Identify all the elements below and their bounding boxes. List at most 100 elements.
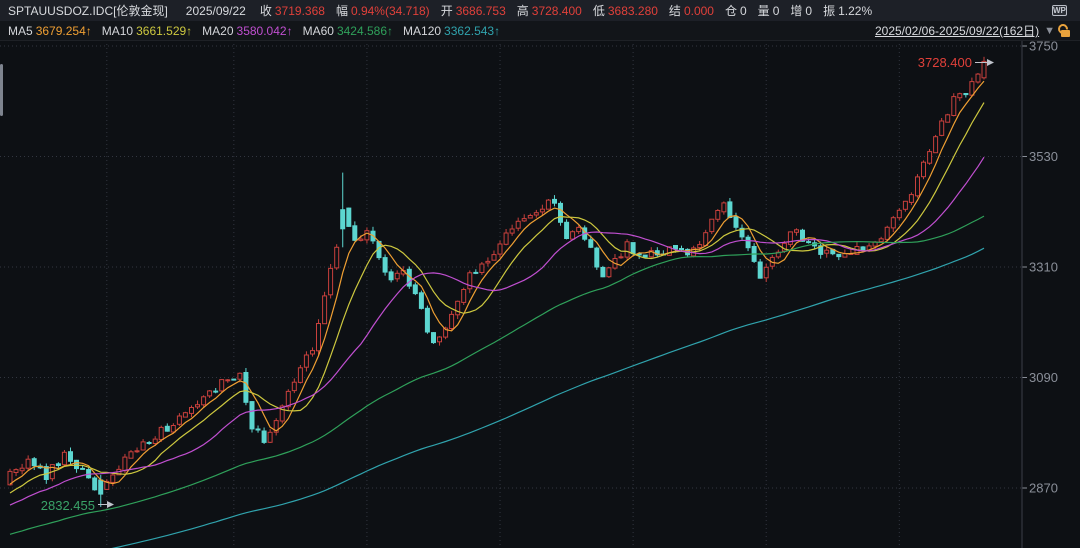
candle-body — [256, 429, 260, 430]
candle-body — [69, 452, 73, 462]
candle-body — [674, 246, 678, 249]
candle-body — [504, 233, 508, 244]
candle-body — [202, 397, 206, 405]
candle-body — [897, 210, 901, 217]
quote-field-0: 收3719.368 — [260, 2, 325, 19]
candle-body — [208, 391, 212, 396]
candle-body — [129, 452, 133, 458]
candle-body — [964, 94, 968, 95]
candle-body — [480, 264, 484, 273]
candle-body — [934, 137, 938, 153]
candle-body — [214, 391, 218, 392]
candle-body — [268, 432, 272, 442]
candle-body — [220, 380, 224, 391]
y-axis-label: 3310 — [1029, 260, 1058, 275]
chevron-down-icon[interactable]: ▼ — [1044, 25, 1055, 37]
candle-body — [244, 373, 248, 403]
candle-body — [704, 233, 708, 246]
quote-field-label: 低 — [593, 2, 605, 19]
candle-body — [456, 301, 460, 315]
candle-body — [746, 237, 750, 248]
candle-body — [474, 272, 478, 273]
candle-body — [510, 229, 514, 233]
quote-field-value: 0 — [740, 4, 747, 18]
quote-field-9: 振1.22% — [823, 2, 872, 19]
candle-body — [450, 314, 454, 328]
candle-body — [165, 426, 169, 431]
candle-body — [341, 210, 345, 229]
ma-item-ma5: MA53679.254↑ — [8, 24, 92, 38]
candle-body — [571, 232, 575, 239]
quote-field-label: 增 — [790, 2, 802, 19]
range-selector: 2025/02/06-2025/09/22(162日) ▼ — [875, 22, 1080, 39]
quote-field-value: 3686.753 — [456, 4, 506, 18]
ma-item-ma60: MA603424.586↑ — [303, 24, 393, 38]
wp-monitor-icon[interactable]: WP — [1052, 2, 1074, 19]
date-range-selector[interactable]: 2025/02/06-2025/09/22(162日) — [875, 22, 1039, 39]
ma-label: MA120 — [403, 24, 441, 38]
quote-field-label: 高 — [517, 2, 529, 19]
candle-body — [498, 244, 502, 254]
candle-body — [26, 459, 30, 468]
quote-field-value: 1.22% — [838, 4, 872, 18]
candle-body — [559, 203, 563, 222]
ma5-line — [10, 81, 984, 484]
candle-body — [135, 451, 139, 452]
quote-field-value: 0 — [805, 4, 812, 18]
candle-body — [528, 216, 532, 219]
candle-body — [286, 391, 290, 406]
candle-body — [595, 248, 599, 267]
candle-body — [359, 239, 363, 240]
candle-body — [795, 230, 799, 233]
candle-body — [522, 219, 526, 221]
period-low-label: 2832.455 — [41, 498, 95, 513]
ma-label: MA5 — [8, 24, 33, 38]
candle-body — [99, 480, 103, 494]
candle-body — [885, 227, 889, 239]
quote-field-2: 开3686.753 — [441, 2, 506, 19]
candle-body — [607, 268, 611, 277]
quote-field-label: 收 — [260, 2, 272, 19]
candle-body — [462, 290, 466, 303]
quote-field-8: 增0 — [790, 2, 812, 19]
candle-body — [438, 337, 442, 342]
unlocked-padlock-icon[interactable] — [1060, 24, 1072, 37]
quote-fields: 收3719.368 幅0.94%(34.718) 开3686.753 高3728.40… — [260, 2, 883, 19]
candle-body — [534, 213, 538, 215]
candle-body — [916, 177, 920, 196]
candle-body — [722, 203, 726, 212]
candle-body — [764, 267, 768, 278]
quote-field-value: 3728.400 — [532, 4, 582, 18]
ma120-line — [10, 248, 984, 548]
candlestick-chart-canvas[interactable]: 375035303310309028703728.4002832.455 — [0, 0, 1080, 548]
candle-body — [20, 468, 24, 471]
quote-field-1: 幅0.94%(34.718) — [336, 2, 430, 19]
ma-values: MA53679.254↑MA103661.529↑MA203580.042↑MA… — [8, 24, 510, 38]
candle-body — [631, 243, 635, 254]
candle-body — [516, 221, 520, 228]
candle-body — [940, 121, 944, 135]
candle-body — [716, 211, 720, 220]
candle-body — [577, 227, 581, 231]
candle-body — [976, 74, 980, 82]
y-axis-label: 2870 — [1029, 481, 1058, 496]
candle-body — [486, 261, 490, 263]
candle-body — [389, 272, 393, 280]
candle-body — [540, 209, 544, 212]
candle-body — [432, 333, 436, 343]
candle-body — [395, 273, 399, 279]
candle-body — [190, 408, 194, 414]
candle-body — [226, 380, 230, 381]
candle-body — [14, 470, 18, 473]
candle-body — [329, 268, 333, 294]
candle-body — [698, 245, 702, 248]
left-scrollbar-thumb[interactable] — [0, 64, 3, 116]
candle-body — [788, 232, 792, 245]
quote-field-6: 仓0 — [725, 2, 747, 19]
candle-body — [141, 442, 145, 450]
candle-body — [553, 199, 557, 203]
y-axis-label: 3530 — [1029, 149, 1058, 164]
candle-body — [123, 457, 127, 471]
quote-field-value: 3719.368 — [275, 4, 325, 18]
candle-body — [250, 402, 254, 429]
